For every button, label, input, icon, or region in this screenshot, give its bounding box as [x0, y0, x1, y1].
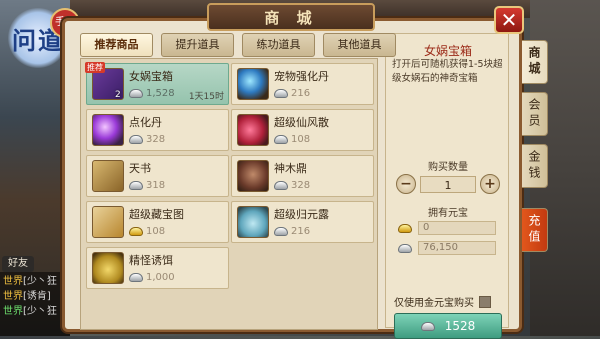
item-price: 318 — [129, 178, 165, 192]
item-price: 1,528 — [129, 86, 175, 100]
item-name: 超级归元露 — [274, 208, 329, 221]
shop-item-heaven-book[interactable]: 天书 318 — [86, 155, 229, 197]
tab-other-items[interactable]: 其他道具 — [323, 33, 396, 57]
chat-box[interactable]: 世界[少丶狂 世界[诱肯] 世界[少丶狂 — [0, 272, 70, 336]
gold-ingot-icon — [398, 223, 412, 233]
chat-line: 世界[诱肯] — [3, 291, 51, 302]
silver-ingot-icon — [274, 88, 288, 98]
item-name: 超级藏宝图 — [129, 208, 184, 221]
holding-label: 拥有元宝 — [428, 208, 468, 219]
quantity-stepper: − 1 + — [396, 174, 500, 196]
category-tabs: 推荐商品 提升道具 练功道具 其他道具 — [80, 33, 396, 57]
item-name: 神木鼎 — [274, 162, 307, 175]
plus-button[interactable]: + — [480, 174, 500, 194]
silver-ingot-icon — [129, 134, 143, 144]
silver-ingot-icon — [129, 180, 143, 190]
close-button[interactable]: ✕ — [494, 6, 524, 34]
shop-item-monster-bait[interactable]: 精怪诱饵 1,000 — [86, 247, 229, 289]
tab-upgrade-items[interactable]: 提升道具 — [161, 33, 234, 57]
silver-ingot-icon — [129, 88, 143, 98]
side-tab-money[interactable]: 金钱 — [522, 144, 548, 188]
item-name: 精怪诱饵 — [129, 254, 173, 267]
item-name: 宠物强化丹 — [274, 70, 329, 83]
gold-only-checkbox[interactable] — [479, 295, 491, 308]
shop-item-super-powder[interactable]: 超级仙风散 108 — [231, 109, 374, 151]
powder-icon — [237, 114, 269, 146]
vase-icon — [237, 206, 269, 238]
silver-ingot-icon — [274, 180, 288, 190]
tripod-icon — [237, 160, 269, 192]
gold-only-option: 仅使用金元宝购买 — [394, 294, 491, 309]
minus-button[interactable]: − — [396, 174, 416, 194]
pet-pill-icon — [237, 68, 269, 100]
friends-button[interactable]: 好友 — [2, 256, 34, 272]
silver-balance: 76,150 — [398, 240, 496, 256]
item-count: 2 — [115, 90, 121, 100]
recommend-badge: 推荐 — [85, 62, 105, 73]
silver-ingot-icon — [420, 321, 435, 331]
item-price: 108 — [129, 224, 165, 238]
shop-item-divine-tripod[interactable]: 神木鼎 328 — [231, 155, 374, 197]
item-grid: 推荐 2 女娲宝箱 1,528 1天15时 宠物强化丹 216 点化丹 328 … — [80, 58, 378, 330]
side-tab-recharge[interactable]: 充值 — [522, 208, 548, 252]
gold-ingot-icon — [129, 226, 143, 236]
silver-ingot-icon — [129, 272, 143, 282]
dialog-title: 商 城 — [207, 3, 375, 31]
quantity-label: 购买数量 — [428, 162, 468, 173]
item-price: 216 — [274, 86, 310, 100]
shop-item-nuwa-chest[interactable]: 推荐 2 女娲宝箱 1,528 1天15时 — [85, 62, 229, 105]
tab-recommended[interactable]: 推荐商品 — [80, 33, 153, 57]
silver-ingot-icon — [398, 243, 412, 253]
quantity-input[interactable]: 1 — [420, 176, 476, 193]
purple-orb-icon — [92, 114, 124, 146]
detail-title: 女娲宝箱 — [423, 44, 472, 58]
treasure-map-icon — [92, 206, 124, 238]
item-price: 328 — [129, 132, 165, 146]
item-detail-panel: 女娲宝箱 打开后可随机获得1-5块超级女娲石的神奇宝箱 购买数量 − 1 + 拥… — [385, 33, 509, 339]
tab-training-items[interactable]: 练功道具 — [242, 33, 315, 57]
item-price: 108 — [274, 132, 310, 146]
item-price: 216 — [274, 224, 310, 238]
gold-balance: 0 — [398, 220, 496, 236]
shop-item-pet-pill[interactable]: 宠物强化丹 216 — [231, 63, 374, 105]
side-tab-mall[interactable]: 商城 — [522, 40, 548, 84]
bait-icon — [92, 252, 124, 284]
shop-item-guiyuan-dew[interactable]: 超级归元露 216 — [231, 201, 374, 243]
silver-ingot-icon — [274, 134, 288, 144]
chat-line: 世界[少丶狂 — [3, 306, 57, 317]
side-tab-vip[interactable]: 会员 — [522, 92, 548, 136]
shop-item-dianhua-pill[interactable]: 点化丹 328 — [86, 109, 229, 151]
item-name: 天书 — [129, 162, 151, 175]
item-price: 1,000 — [129, 270, 175, 284]
gold-only-label: 仅使用金元宝购买 — [394, 298, 474, 309]
silver-ingot-icon — [274, 226, 288, 236]
chat-line: 世界[少丶狂 — [3, 276, 57, 287]
item-name: 女娲宝箱 — [129, 70, 173, 83]
detail-description: 打开后可随机获得1-5块超级女娲石的神奇宝箱 — [392, 59, 503, 84]
item-name: 点化丹 — [129, 116, 162, 129]
shop-item-treasure-map[interactable]: 超级藏宝图 108 — [86, 201, 229, 243]
buy-button[interactable]: 1528 — [394, 313, 502, 339]
item-name: 超级仙风散 — [274, 116, 329, 129]
book-icon — [92, 160, 124, 192]
item-price: 328 — [274, 178, 310, 192]
time-left: 1天15时 — [188, 92, 224, 102]
